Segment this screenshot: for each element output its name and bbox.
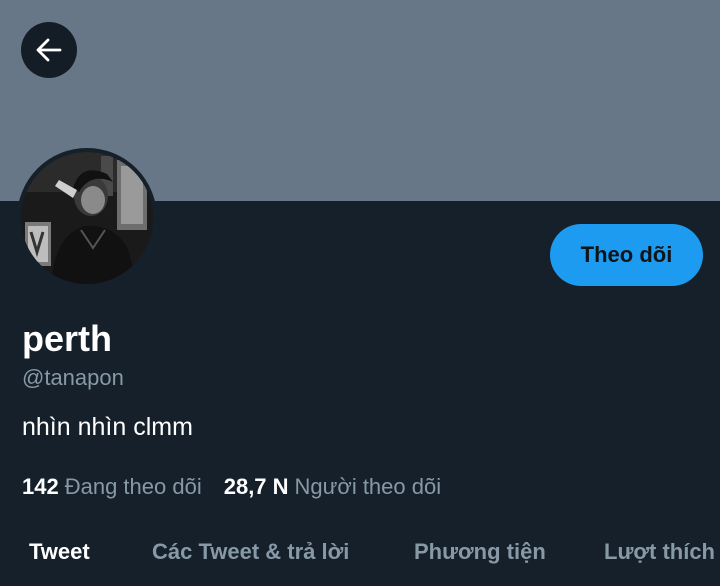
avatar[interactable] — [17, 148, 157, 288]
profile-stats: 142 Đang theo dõi 28,7 N Người theo dõi — [22, 473, 441, 501]
follow-button[interactable]: Theo dõi — [550, 224, 703, 286]
tab-media[interactable]: Phương tiện — [414, 530, 546, 574]
tab-tweets-replies[interactable]: Các Tweet & trả lời — [152, 530, 349, 574]
avatar-photo — [21, 152, 153, 284]
profile-page: Theo dõi perth @tanapon nhìn nhìn clmm 1… — [0, 0, 720, 586]
tab-likes[interactable]: Lượt thích — [604, 530, 715, 574]
followers-label: Người theo dõi — [294, 474, 442, 499]
following-label: Đang theo dõi — [64, 474, 202, 499]
following-stat[interactable]: 142 Đang theo dõi — [22, 473, 202, 501]
profile-tabs: Tweet Các Tweet & trả lời Phương tiện Lư… — [0, 530, 720, 574]
profile-bio: nhìn nhìn clmm — [22, 413, 193, 441]
following-count: 142 — [22, 474, 59, 499]
arrow-left-icon — [36, 38, 62, 62]
tab-tweets[interactable]: Tweet — [29, 530, 90, 574]
followers-count: 28,7 N — [223, 474, 289, 499]
followers-stat[interactable]: 28,7 N Người theo dõi — [224, 473, 441, 501]
back-button[interactable] — [21, 22, 77, 78]
profile-display-name: perth — [22, 318, 112, 359]
profile-handle: @tanapon — [22, 365, 124, 390]
